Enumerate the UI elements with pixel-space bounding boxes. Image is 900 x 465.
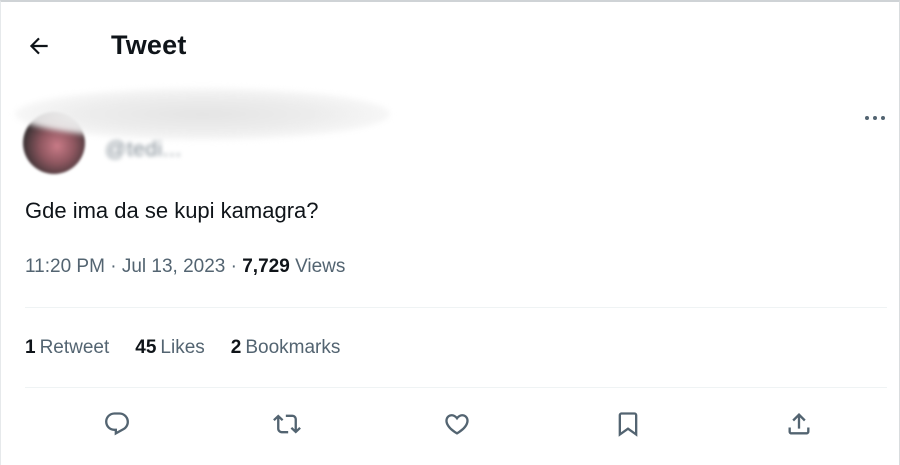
author-block: @tedi...: [1, 88, 899, 174]
share-icon: [788, 413, 810, 435]
views-label: Views: [295, 256, 346, 277]
action-bar: [1, 404, 899, 448]
redacted-display-name: [15, 88, 390, 140]
meta-separator: ·: [104, 256, 122, 277]
divider: [25, 387, 887, 388]
reply-button[interactable]: [97, 404, 137, 444]
retweets-count: 1: [25, 337, 36, 358]
arrow-left-icon: [29, 37, 48, 55]
header: Tweet: [1, 2, 899, 88]
bookmark-button[interactable]: [608, 404, 648, 444]
share-button[interactable]: [779, 404, 819, 444]
author-handle[interactable]: @tedi...: [105, 138, 182, 162]
like-button[interactable]: [437, 404, 477, 444]
retweets-stat[interactable]: 1 Retweet: [25, 335, 109, 361]
like-icon: [445, 414, 469, 435]
bookmark-icon: [618, 412, 638, 437]
back-button[interactable]: [21, 28, 57, 64]
views-count: 7,729: [242, 256, 290, 277]
likes-stat[interactable]: 45 Likes: [135, 335, 205, 361]
tweet-text: Gde ima da se kupi kamagra?: [25, 198, 319, 223]
reply-icon: [105, 412, 129, 436]
tweet-page: Tweet @tedi... Gde ima da se kupi kamagr…: [0, 0, 900, 465]
tweet-date[interactable]: Jul 13, 2023: [122, 256, 226, 277]
likes-count: 45: [135, 337, 157, 358]
retweet-icon: [273, 414, 301, 434]
bookmarks-stat[interactable]: 2 Bookmarks: [231, 335, 341, 361]
more-horizontal-icon: [865, 116, 885, 120]
page-title: Tweet: [111, 30, 187, 60]
tweet-meta: 11:20 PM · Jul 13, 2023 · 7,729 Views: [25, 254, 345, 280]
retweets-label: Retweet: [39, 337, 110, 358]
meta-separator: ·: [225, 256, 243, 277]
divider: [25, 307, 887, 308]
tweet-time[interactable]: 11:20 PM: [25, 256, 105, 277]
engagement-stats: 1 Retweet 45 Likes 2 Bookmarks: [25, 335, 366, 361]
bookmarks-count: 2: [230, 337, 242, 358]
likes-label: Likes: [160, 337, 205, 358]
retweet-button[interactable]: [267, 404, 307, 444]
more-button[interactable]: [857, 106, 893, 130]
bookmarks-label: Bookmarks: [245, 337, 341, 358]
